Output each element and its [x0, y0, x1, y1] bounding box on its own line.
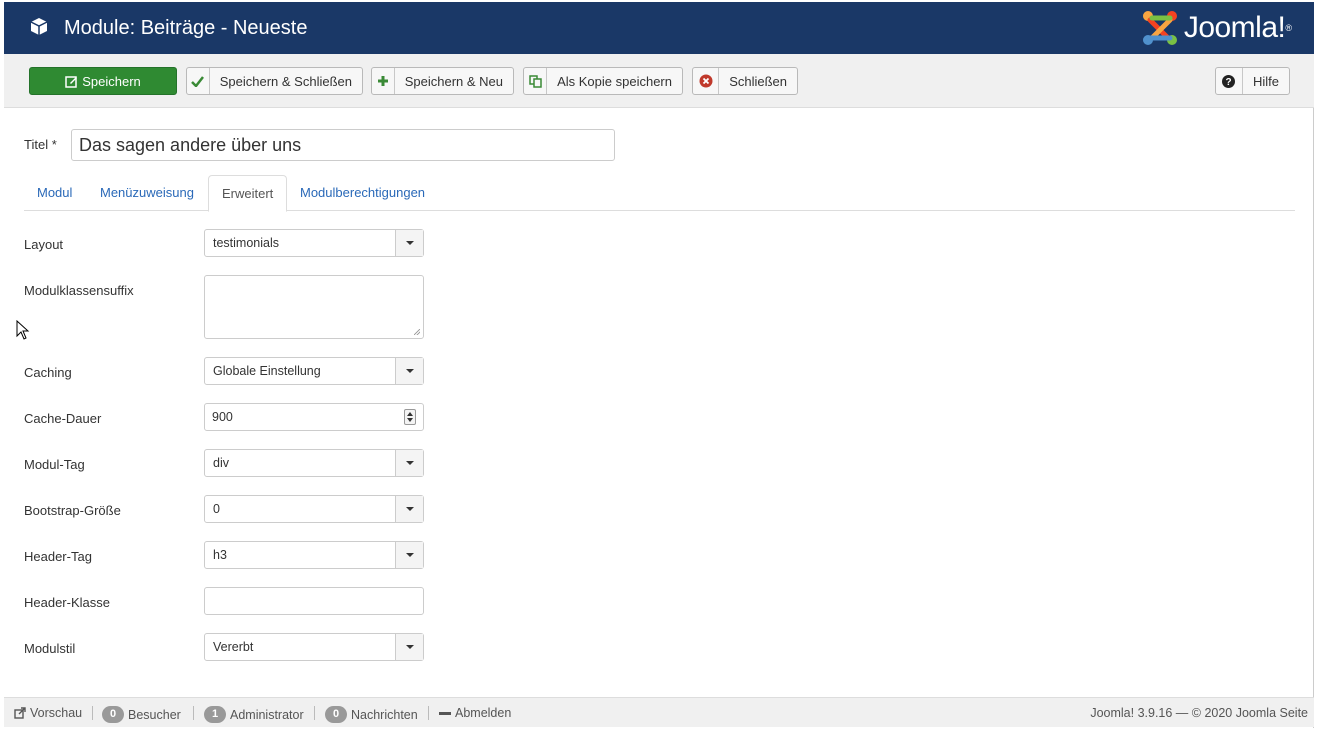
- save-label: Speichern: [82, 73, 141, 89]
- title-label: Titel *: [24, 137, 57, 152]
- help-button[interactable]: ? Hilfe: [1215, 67, 1290, 95]
- preview-link[interactable]: Vorschau: [14, 706, 82, 720]
- preview-label: Vorschau: [30, 706, 83, 720]
- bootstrap-size-value: 0: [213, 502, 220, 516]
- cube-icon: [30, 18, 48, 35]
- close-label: Schließen: [729, 73, 787, 89]
- module-tag-value: div: [213, 456, 229, 470]
- header-class-input[interactable]: [204, 587, 424, 615]
- save-copy-button[interactable]: Als Kopie speichern: [523, 67, 683, 95]
- module-tag-label: Modul-Tag: [24, 457, 85, 472]
- number-stepper[interactable]: [404, 409, 416, 425]
- chevron-down-icon: [395, 230, 423, 256]
- help-icon: ?: [1216, 68, 1243, 94]
- layout-select[interactable]: testimonials: [204, 229, 424, 257]
- admin-window: Module: Beiträge - Neueste Joomla! ® Spe…: [4, 2, 1314, 728]
- mouse-pointer-icon: [16, 320, 30, 340]
- chevron-down-icon: [395, 634, 423, 660]
- chevron-down-icon: [395, 450, 423, 476]
- chevron-down-icon: [395, 496, 423, 522]
- layout-value: testimonials: [213, 236, 279, 250]
- header-tag-label: Header-Tag: [24, 549, 92, 564]
- status-bar: Vorschau 0 Besucher 1 Administrator 0 Na…: [4, 697, 1314, 727]
- title-input[interactable]: Das sagen andere über uns: [71, 129, 615, 161]
- external-link-icon: [14, 707, 26, 719]
- caching-select[interactable]: Globale Einstellung: [204, 357, 424, 385]
- header-class-label: Header-Klasse: [24, 595, 110, 610]
- divider: [314, 706, 315, 720]
- bootstrap-size-label: Bootstrap-Größe: [24, 503, 121, 518]
- toolbar: Speichern Speichern & Schließen Speicher…: [4, 54, 1314, 108]
- bootstrap-size-select[interactable]: 0: [204, 495, 424, 523]
- layout-label: Layout: [24, 237, 64, 252]
- messages-item: 0 Nachrichten: [325, 706, 418, 723]
- joomla-brand: Joomla! ®: [1140, 8, 1292, 48]
- tab-permissions[interactable]: Modulberechtigungen: [287, 175, 438, 211]
- joomla-logo-icon: [1142, 11, 1177, 45]
- admin-item: 1 Administrator: [204, 706, 304, 723]
- divider: [193, 706, 194, 720]
- save-button[interactable]: Speichern: [29, 67, 177, 95]
- help-label: Hilfe: [1252, 73, 1279, 89]
- save-new-label: Speichern & Neu: [404, 73, 503, 89]
- resize-grip-icon[interactable]: [414, 329, 420, 335]
- divider: [92, 706, 93, 720]
- brand-registered-mark: ®: [1285, 23, 1292, 33]
- edit-icon: [65, 75, 78, 88]
- module-style-select[interactable]: Vererbt: [204, 633, 424, 661]
- logout-link[interactable]: Abmelden: [439, 706, 511, 720]
- close-button[interactable]: Schließen: [692, 67, 798, 95]
- logout-label: Abmelden: [455, 706, 512, 720]
- save-new-button[interactable]: Speichern & Neu: [371, 67, 514, 95]
- module-tag-select[interactable]: div: [204, 449, 424, 477]
- tab-menu-assignment[interactable]: Menüzuweisung: [87, 175, 207, 211]
- header-tag-select[interactable]: h3: [204, 541, 424, 569]
- visitors-item: 0 Besucher: [102, 706, 181, 723]
- suffix-label: Modulklassensuffix: [24, 283, 134, 298]
- save-close-label: Speichern & Schließen: [219, 73, 352, 89]
- caching-label: Caching: [24, 365, 72, 380]
- save-close-button[interactable]: Speichern & Schließen: [186, 67, 363, 95]
- module-style-label: Modulstil: [24, 641, 76, 656]
- visitors-label: Besucher: [128, 707, 181, 722]
- header-bar: Module: Beiträge - Neueste Joomla! ®: [4, 2, 1314, 54]
- suffix-textarea[interactable]: [204, 275, 424, 339]
- cache-time-label: Cache-Dauer: [24, 411, 102, 426]
- tab-modul[interactable]: Modul: [24, 175, 85, 211]
- plus-icon: [372, 68, 395, 94]
- tab-advanced[interactable]: Erweitert: [208, 175, 288, 212]
- module-style-value: Vererbt: [213, 640, 254, 654]
- brand-name: Joomla!: [1183, 11, 1286, 44]
- admin-label: Administrator: [230, 707, 304, 722]
- chevron-down-icon: [395, 358, 423, 384]
- caching-value: Globale Einstellung: [213, 364, 321, 378]
- cache-time-value: 900: [212, 410, 233, 424]
- cache-time-input[interactable]: 900: [204, 403, 424, 431]
- close-icon: [693, 68, 720, 94]
- minus-icon: [439, 711, 451, 715]
- page-title: Module: Beiträge - Neueste: [64, 17, 308, 39]
- header-tag-value: h3: [213, 548, 227, 562]
- copyright-text: Joomla! 3.9.16 — © 2020 Joomla Seite: [1090, 706, 1308, 720]
- save-copy-label: Als Kopie speichern: [557, 73, 672, 89]
- messages-badge: 0: [325, 706, 347, 723]
- chevron-down-icon: [395, 542, 423, 568]
- admin-badge: 1: [204, 706, 226, 723]
- svg-text:?: ?: [1226, 77, 1232, 88]
- messages-label: Nachrichten: [351, 707, 418, 722]
- checkmark-icon: [187, 68, 210, 94]
- divider: [428, 706, 429, 720]
- copy-icon: [524, 68, 548, 94]
- visitors-badge: 0: [102, 706, 124, 723]
- tab-bar: Modul Menüzuweisung Erweitert Modulberec…: [24, 175, 1295, 212]
